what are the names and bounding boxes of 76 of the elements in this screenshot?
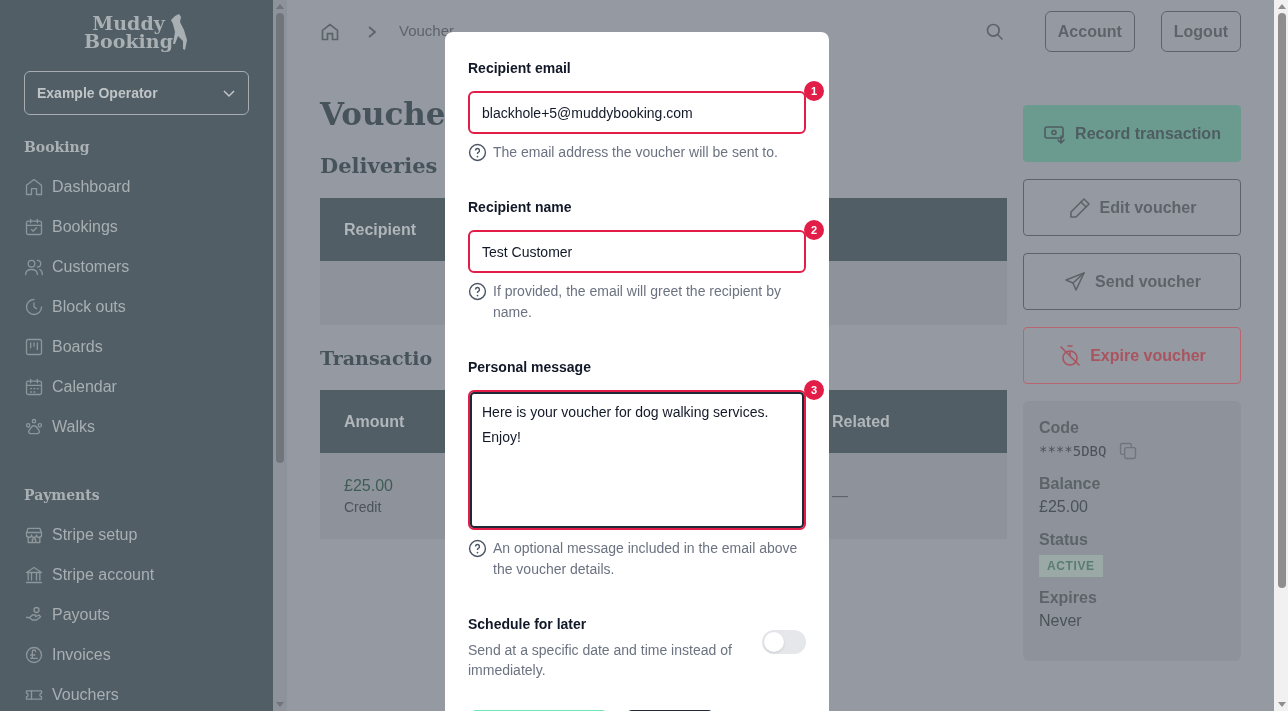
column-header: Related xyxy=(832,411,890,432)
step-badge: 2 xyxy=(804,220,824,240)
board-icon xyxy=(24,337,44,357)
column-header: Amount xyxy=(344,411,405,432)
nav-item[interactable]: Vouchers xyxy=(24,675,249,711)
pound-icon xyxy=(24,645,44,665)
help-icon xyxy=(468,282,487,301)
field-label: Recipient name xyxy=(468,198,573,217)
message-field[interactable]: Here is your voucher for dog walking services. Enjoy! xyxy=(468,390,806,530)
scrollbar[interactable] xyxy=(1274,0,1288,711)
section-heading: Booking xyxy=(24,138,91,157)
table-cell-text: — xyxy=(832,486,849,506)
section-heading: Transactio xyxy=(320,346,433,371)
toggle-help: Send at a specific date and time instead of immediately. xyxy=(468,641,733,680)
field-label: Personal message xyxy=(468,358,592,377)
bank-icon xyxy=(24,565,44,585)
step-badge: 3 xyxy=(804,380,824,400)
detail-value: Never xyxy=(1039,611,1083,631)
logo-text: Muddy xyxy=(92,14,165,32)
help-text: The email address the voucher will be sent to. xyxy=(493,143,778,162)
help-text: An optional message included in the email above the voucher details. xyxy=(493,539,798,579)
header-button[interactable]: Logout xyxy=(1160,11,1241,52)
arrow-up-icon[interactable] xyxy=(1277,3,1286,9)
users-icon xyxy=(24,257,44,277)
pencil-icon xyxy=(1067,195,1092,220)
send-icon xyxy=(1063,269,1088,294)
column-header: Recipient xyxy=(344,219,416,240)
type-text: Credit xyxy=(344,498,383,517)
nav-item[interactable]: Dashboard xyxy=(24,167,249,207)
action-button[interactable]: Expire voucher xyxy=(1023,327,1241,384)
input-field[interactable]: Test Customer xyxy=(468,230,806,273)
search-icon[interactable] xyxy=(984,21,1005,42)
arrow-down-icon[interactable] xyxy=(276,702,284,708)
amount-text: £25.00 xyxy=(344,476,394,496)
nav-item[interactable]: Stripe account xyxy=(24,555,249,595)
action-button[interactable]: Edit voucher xyxy=(1023,179,1241,236)
copy-icon[interactable] xyxy=(1118,441,1139,461)
help-icon xyxy=(468,143,487,162)
toggle-switch[interactable] xyxy=(762,630,806,654)
timer-off-icon xyxy=(1058,343,1083,368)
page-title: Vouche xyxy=(320,95,446,134)
nav-item[interactable]: Calendar xyxy=(24,367,249,407)
operator-select[interactable]: Example Operator xyxy=(24,71,249,115)
nav-item[interactable]: Customers xyxy=(24,247,249,287)
calendar-icon xyxy=(24,377,44,397)
paw-icon xyxy=(24,417,44,437)
chevron-icon xyxy=(366,24,378,39)
scrollbar[interactable] xyxy=(273,0,287,711)
nav-item[interactable]: Block outs xyxy=(24,287,249,327)
nav-item[interactable]: Payouts xyxy=(24,595,249,635)
nav-item[interactable]: Stripe setup xyxy=(24,515,249,555)
input-field[interactable]: blackhole+5@muddybooking.com xyxy=(468,91,806,134)
store-icon xyxy=(24,525,44,545)
action-button[interactable]: Send voucher xyxy=(1023,253,1241,310)
nav-item[interactable]: Boards xyxy=(24,327,249,367)
toggle-label: Schedule for later xyxy=(468,615,588,634)
section-heading: Payments xyxy=(24,486,101,505)
arrow-down-icon[interactable] xyxy=(1277,702,1286,708)
nav-item[interactable]: Invoices xyxy=(24,635,249,675)
detail-value: £25.00 xyxy=(1039,497,1089,517)
home-icon xyxy=(24,177,44,197)
status-badge: ACTIVE xyxy=(1039,555,1103,577)
home-icon[interactable] xyxy=(320,21,340,42)
step-badge: 1 xyxy=(804,81,824,101)
section-heading: Deliveries xyxy=(320,152,438,180)
nav-item[interactable]: Walks xyxy=(24,407,249,447)
field-label: Recipient email xyxy=(468,59,572,78)
help-text: If provided, the email will greet the recipient by name. xyxy=(493,282,782,322)
header-button[interactable]: Account xyxy=(1044,11,1135,52)
code-text: ****5DBQ xyxy=(1039,442,1107,461)
nav-item[interactable]: Bookings xyxy=(24,207,249,247)
action-button[interactable]: Record transaction xyxy=(1023,105,1241,162)
help-icon xyxy=(468,539,487,558)
calendar-icon xyxy=(24,217,44,237)
arrow-up-icon[interactable] xyxy=(276,3,284,9)
clock-icon xyxy=(24,297,44,317)
